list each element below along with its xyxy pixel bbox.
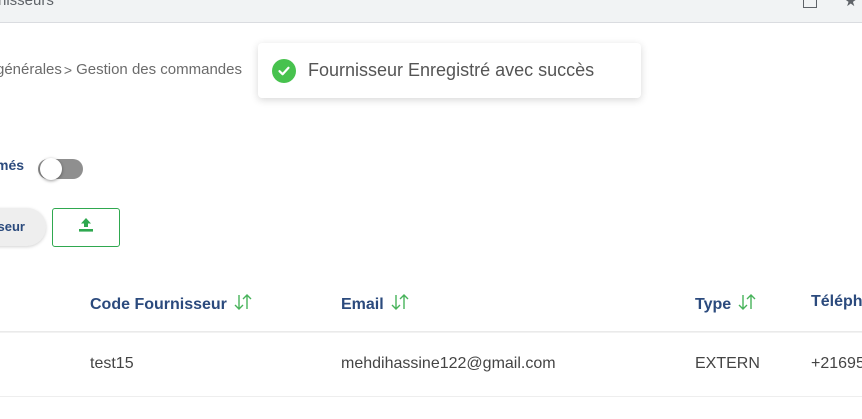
toggle-label: més (0, 157, 25, 173)
cell-phone: +21695 (811, 355, 862, 372)
add-supplier-button[interactable]: seur (0, 208, 46, 246)
column-header-type[interactable]: Type (695, 293, 757, 316)
success-toast[interactable]: Fournisseur Enregistré avec succès (258, 43, 641, 98)
column-header-label: Téléph (811, 293, 862, 310)
toggle-knob (40, 158, 62, 180)
archived-toggle[interactable] (38, 158, 83, 180)
cell-code: test15 (90, 355, 134, 372)
install-app-icon[interactable] (803, 0, 817, 8)
table-row-divider (0, 396, 862, 397)
column-header-email[interactable]: Email (341, 293, 410, 316)
bookmark-star-icon[interactable]: ★ (844, 0, 857, 10)
table-header-divider (0, 331, 862, 333)
sort-icon[interactable] (390, 293, 410, 316)
column-header-code[interactable]: Code Fournisseur (90, 293, 253, 316)
breadcrumb: générales > Gestion des commandes (0, 61, 242, 78)
browser-tab-title[interactable]: nisseurs (0, 0, 54, 9)
sort-icon[interactable] (233, 293, 253, 316)
sort-icon[interactable] (737, 293, 757, 316)
column-header-label: Type (695, 295, 732, 313)
toast-message: Fournisseur Enregistré avec succès (308, 60, 595, 80)
check-circle-icon (272, 58, 296, 83)
cell-email: mehdihassine122@gmail.com (341, 355, 556, 372)
cell-type: EXTERN (695, 355, 760, 372)
browser-tab-bar: nisseurs ★ (0, 0, 862, 23)
column-header-label: Email (341, 295, 384, 313)
breadcrumb-item-orders[interactable]: Gestion des commandes (76, 61, 242, 78)
breadcrumb-item-settings[interactable]: générales (0, 61, 62, 78)
breadcrumb-separator: > (63, 61, 73, 78)
upload-icon (77, 217, 95, 238)
column-header-phone[interactable]: Téléph (811, 293, 862, 311)
column-header-label: Code Fournisseur (90, 295, 227, 313)
upload-button[interactable] (52, 208, 120, 247)
